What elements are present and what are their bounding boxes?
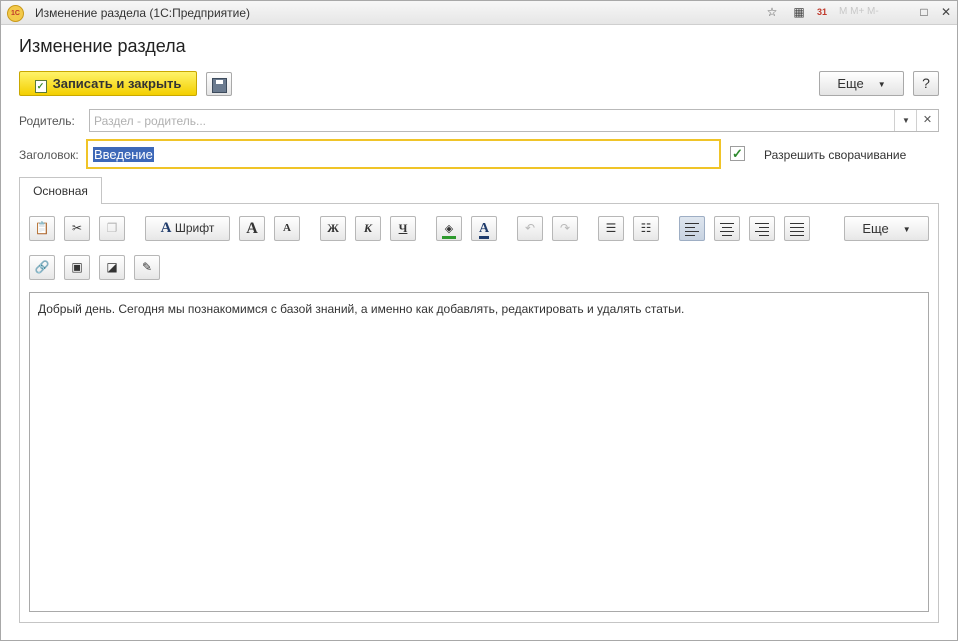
- chevron-down-icon: ▼: [902, 225, 911, 234]
- chevron-down-icon: ▼: [877, 80, 886, 89]
- editor-more-button[interactable]: Еще ▼: [844, 216, 929, 241]
- title-bar: 1C Изменение раздела (1С:Предприятие) ☆ …: [1, 1, 957, 25]
- align-center-icon[interactable]: [714, 216, 740, 241]
- app-logo-icon: 1C: [7, 5, 24, 22]
- font-button[interactable]: A Шрифт: [145, 216, 230, 241]
- window-title: Изменение раздела (1С:Предприятие): [35, 6, 251, 20]
- insert-image-icon[interactable]: ▣: [64, 255, 90, 280]
- background-color-icon[interactable]: ◈: [436, 216, 462, 241]
- parent-placeholder: Раздел - родитель...: [94, 114, 207, 128]
- allow-collapse-label: Разрешить сворачивание: [764, 148, 907, 162]
- bold-button[interactable]: Ж: [320, 216, 346, 241]
- tab-main[interactable]: Основная: [19, 177, 102, 204]
- heading-label: Заголовок:: [19, 148, 79, 162]
- more-button[interactable]: Еще ▼: [819, 71, 904, 96]
- underline-button[interactable]: Ч: [390, 216, 416, 241]
- bookmark-icon[interactable]: ☆: [764, 4, 780, 20]
- help-button[interactable]: ?: [913, 71, 939, 96]
- font-letter-icon: A: [160, 220, 172, 236]
- edit-image-icon[interactable]: ◪: [99, 255, 125, 280]
- restore-icon[interactable]: □: [916, 4, 932, 20]
- memory-buttons: M M+ M-: [839, 6, 879, 17]
- save-and-close-button[interactable]: ✓ Записать и закрыть: [19, 71, 197, 96]
- save-and-close-label: Записать и закрыть: [52, 76, 182, 91]
- editor-content: Добрый день. Сегодня мы познакомимся с б…: [38, 302, 685, 316]
- heading-value: Введение: [93, 147, 154, 162]
- clear-icon[interactable]: ✕: [916, 110, 938, 131]
- rich-text-editor[interactable]: Добрый день. Сегодня мы познакомимся с б…: [29, 292, 929, 612]
- calendar-icon[interactable]: 31: [814, 4, 830, 20]
- save-button[interactable]: [206, 72, 232, 96]
- form-window: 1C Изменение раздела (1С:Предприятие) ☆ …: [0, 0, 958, 641]
- align-right-icon[interactable]: [749, 216, 775, 241]
- save-check-icon: ✓: [34, 80, 47, 93]
- insert-link-icon[interactable]: 🔗: [29, 255, 55, 280]
- parent-label: Родитель:: [19, 114, 75, 128]
- align-left-icon[interactable]: [679, 216, 705, 241]
- increase-font-icon[interactable]: A: [239, 216, 265, 241]
- parent-field[interactable]: Раздел - родитель... ▼ ✕: [89, 109, 939, 132]
- copy-icon[interactable]: ❐: [99, 216, 125, 241]
- allow-collapse-checkbox[interactable]: ✓: [730, 146, 745, 161]
- editor-more-label: Еще: [862, 221, 889, 236]
- clear-format-icon[interactable]: ✎: [134, 255, 160, 280]
- heading-input[interactable]: Введение: [86, 139, 721, 169]
- page-title: Изменение раздела: [19, 36, 186, 56]
- more-label: Еще: [837, 76, 864, 91]
- undo-icon[interactable]: ↶: [517, 216, 543, 241]
- numbered-list-icon[interactable]: ☷: [633, 216, 659, 241]
- paste-icon[interactable]: 📋: [29, 216, 55, 241]
- font-label: Шрифт: [174, 221, 215, 235]
- dropdown-arrow-icon[interactable]: ▼: [894, 110, 917, 131]
- close-icon[interactable]: ✕: [938, 4, 954, 20]
- cut-icon[interactable]: ✂: [64, 216, 90, 241]
- italic-button[interactable]: К: [355, 216, 381, 241]
- text-color-icon[interactable]: A: [471, 216, 497, 241]
- redo-icon[interactable]: ↷: [552, 216, 578, 241]
- decrease-font-icon[interactable]: A: [274, 216, 300, 241]
- align-justify-icon[interactable]: [784, 216, 810, 241]
- calculator-icon[interactable]: ▦: [791, 4, 807, 20]
- floppy-disk-icon: [211, 78, 227, 93]
- bullet-list-icon[interactable]: ☰: [598, 216, 624, 241]
